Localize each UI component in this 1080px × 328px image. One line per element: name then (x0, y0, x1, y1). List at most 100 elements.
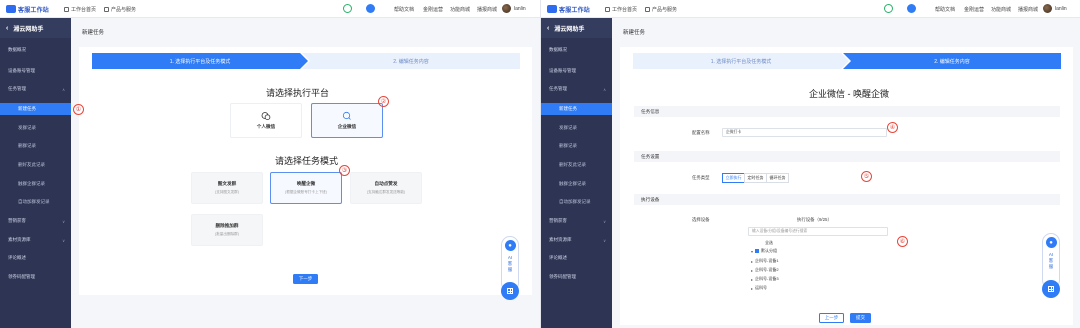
sidebar-item-label: 删群记录 (18, 143, 36, 148)
sidebar-item-auto-join[interactable]: 自动加群发记录 (0, 196, 71, 208)
annotation-marker-6: ⑥ (897, 236, 908, 247)
apps-button[interactable] (501, 282, 519, 300)
sidebar-item-coupons[interactable]: 领券码配管理 (0, 271, 71, 283)
sidebar-item-new-task[interactable]: 新建任务 (541, 103, 612, 115)
sidebar-item-delete-friend[interactable]: 删好友此记录 (541, 159, 612, 171)
prev-step-button[interactable]: 上一步 (819, 313, 844, 323)
sidebar-item-tasks[interactable]: 任务管理 ∧ (0, 83, 71, 95)
ops-link[interactable]: 金刚运营 (423, 5, 443, 13)
step-2: 2. 编辑任务内容 (843, 53, 1061, 69)
nav-link-label: 产品与服务 (111, 6, 137, 13)
top-bar: 客服工作站 工作台首页 产品与服务 帮助文档 金刚运营 功能商城 播报商城 la… (541, 0, 1080, 18)
sidebar-item-wake-record[interactable]: 触群企群记录 (541, 178, 612, 190)
sidebar-item-delete-group[interactable]: 删群记录 (541, 140, 612, 152)
sidebar-item-materials[interactable]: 素材资源库 ∨ (0, 234, 71, 246)
tree-item-device-2[interactable]: ▸ 企科号-设备2 (751, 267, 779, 273)
section-task-settings: 任务设置 (634, 151, 1060, 162)
tree-item-device-4[interactable]: ▸ 运科号 (751, 285, 767, 291)
feature-store-link[interactable]: 功能商城 (450, 5, 470, 13)
tree-group-default[interactable]: ▾ 默认分组 (751, 248, 777, 254)
tree-label: 运科号 (755, 285, 767, 290)
sidebar-item-label: 营销获客 (8, 218, 26, 223)
type-immediate[interactable]: 立即执行 (722, 173, 745, 183)
sidebar-item-delete-group[interactable]: 删群记录 (0, 140, 71, 152)
broadcast-store-link[interactable]: 播报商城 (1018, 5, 1038, 13)
add-icon[interactable] (366, 4, 375, 13)
bot-icon: ● (504, 240, 516, 251)
ai-service-label: AI客服 (1048, 252, 1054, 269)
sidebar-item-new-task[interactable]: 新建任务 (0, 103, 71, 115)
sidebar-item-reviews[interactable]: 评论概述 (0, 252, 71, 264)
sidebar-item-label: 素材资源库 (8, 237, 31, 242)
status-icon[interactable] (343, 4, 352, 13)
sidebar-item-label: 领券码配管理 (549, 274, 576, 279)
sidebar-item-coupons[interactable]: 领券码配管理 (541, 271, 612, 283)
content-card (79, 47, 532, 295)
mode-delete-join-group[interactable]: 删除推加群 (批量出删除群) (191, 214, 263, 246)
nav-link-products[interactable]: 产品与服务 (104, 5, 136, 13)
avatar[interactable] (1043, 4, 1052, 13)
chevron-down-icon: ∨ (603, 218, 606, 224)
sidebar-item-reviews[interactable]: 评论概述 (541, 252, 612, 264)
sidebar-item-delete-friend[interactable]: 删好友此记录 (0, 159, 71, 171)
add-icon[interactable] (907, 4, 916, 13)
sidebar-item-send-group[interactable]: 发群记录 (541, 122, 612, 134)
sidebar-item-overview[interactable]: 数据概况 (0, 44, 71, 56)
platform-enterprise-wechat[interactable]: 企业微信 (311, 103, 383, 138)
sidebar-item-marketing[interactable]: 营销获客 ∨ (541, 215, 612, 227)
feature-store-link[interactable]: 功能商城 (991, 5, 1011, 13)
type-scheduled[interactable]: 定时任务 (744, 173, 767, 183)
device-search-input[interactable]: 输入设备/分组/设备编号进行搜索 (748, 227, 888, 236)
sidebar-item-wake-record[interactable]: 触群企群记录 (0, 178, 71, 190)
user-name-label: lanlin (514, 6, 526, 12)
tree-item-device-3[interactable]: ▸ 企科号-设备3 (751, 276, 779, 282)
status-icon[interactable] (884, 4, 893, 13)
sidebar-item-marketing[interactable]: 营销获客 ∨ (0, 215, 71, 227)
sidebar-item-label: 设备账号管理 (8, 68, 35, 73)
sidebar-item-tasks[interactable]: 任务管理 ∧ (541, 83, 612, 95)
sidebar-title[interactable]: ‹ 湘云网助手 (0, 18, 71, 38)
nav-link-home[interactable]: 工作台首页 (64, 5, 96, 13)
logo-icon (6, 5, 16, 13)
nav-link-products[interactable]: 产品与服务 (645, 5, 677, 13)
sidebar-item-devices[interactable]: 设备账号管理 (541, 65, 612, 77)
platform-personal-wechat[interactable]: 个人微信 (230, 103, 302, 138)
mode-wake-enterprise-wechat[interactable]: 唤醒企微 (根据企微账号打卡上下班) (270, 172, 342, 204)
step-label: 2. 编辑任务内容 (934, 58, 970, 65)
submit-button[interactable]: 提交 (850, 313, 871, 323)
top-bar: 客服工作站 工作台首页 产品与服务 帮助文档 金刚运营 功能商城 播报商城 la… (0, 0, 540, 18)
sidebar-item-materials[interactable]: 素材资源库 ∨ (541, 234, 612, 246)
mode-image-text-group[interactable]: 图文发群 (支持图文发群) (191, 172, 263, 204)
user-name[interactable]: lanlin (514, 5, 526, 13)
sidebar-item-label: 删好友此记录 (18, 162, 45, 167)
broadcast-store-link[interactable]: 播报商城 (477, 5, 497, 13)
page-title: 新建任务 (82, 30, 105, 36)
help-doc-link[interactable]: 帮助文档 (935, 5, 955, 13)
name-input[interactable]: 企微打卡 (722, 128, 887, 137)
ops-link[interactable]: 金刚运营 (964, 5, 984, 13)
form-heading: 企业微信 - 唤醒企微 (809, 89, 889, 99)
sidebar-item-overview[interactable]: 数据概况 (541, 44, 612, 56)
type-loop[interactable]: 循环任务 (766, 173, 789, 183)
mode-desc: (根据企微账号打卡上下班) (285, 190, 327, 194)
sidebar-item-devices[interactable]: 设备账号管理 (0, 65, 71, 77)
link-label: 帮助文档 (394, 6, 415, 13)
avatar[interactable] (502, 4, 511, 13)
sidebar-item-label: 数据概况 (549, 47, 567, 52)
mode-auto-like[interactable]: 自动点赞发 (支持触达群发发送等能) (350, 172, 422, 204)
checkbox-icon[interactable] (755, 249, 759, 253)
sidebar-item-send-group[interactable]: 发群记录 (0, 122, 71, 134)
tree-select-all[interactable]: 全选 (765, 240, 773, 246)
sidebar-item-auto-join[interactable]: 自动加群发记录 (541, 196, 612, 208)
chevron-up-icon: ∧ (603, 86, 606, 92)
link-label: 播报商城 (1018, 6, 1039, 13)
sidebar-title[interactable]: ‹ 湘云网助手 (541, 18, 612, 38)
help-doc-link[interactable]: 帮助文档 (394, 5, 414, 13)
step-bar: 1. 选择执行平台及任务模式 2. 编辑任务内容 (633, 53, 1061, 69)
user-name[interactable]: lanlin (1055, 5, 1067, 13)
tree-item-device-1[interactable]: ▸ 企科号-设备1 (751, 258, 779, 264)
apps-button[interactable] (1042, 280, 1060, 298)
sidebar-item-label: 营销获客 (549, 218, 567, 223)
nav-link-home[interactable]: 工作台首页 (605, 5, 637, 13)
next-step-button[interactable]: 下一步 (293, 274, 318, 284)
